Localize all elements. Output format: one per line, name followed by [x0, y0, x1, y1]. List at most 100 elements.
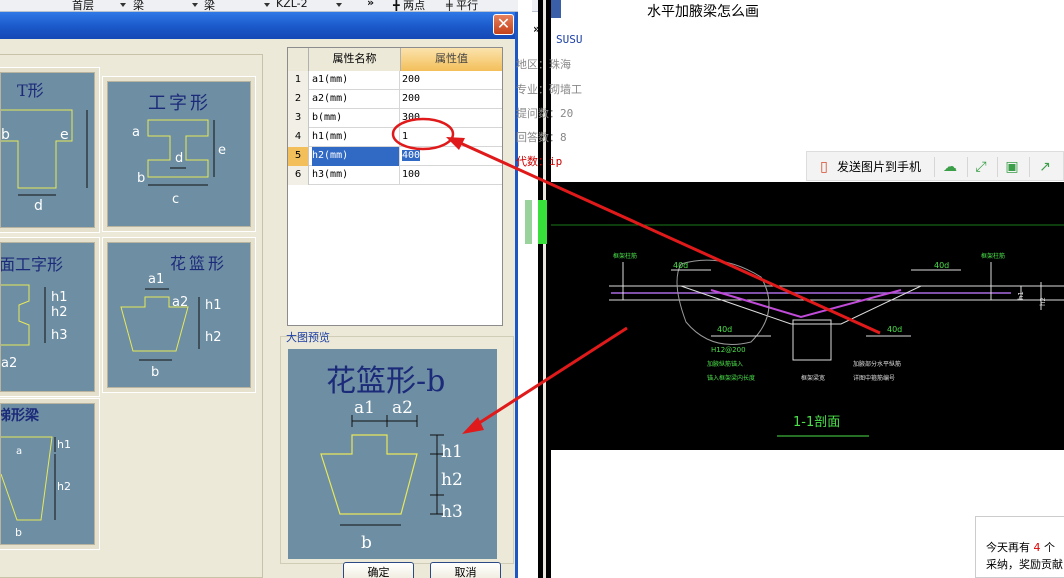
dim-b-label: b — [151, 365, 159, 380]
table-row[interactable]: 1 a1(mm) 200 — [288, 71, 502, 90]
close-button[interactable]: ✕ — [493, 14, 514, 35]
dim-c-label: c — [172, 192, 179, 207]
table-row-selected[interactable]: 5 h2(mm) 400 — [288, 147, 502, 166]
avatar — [551, 0, 561, 18]
cad-dim-40d: 40d — [887, 325, 902, 334]
cad-dim-40d: 40d — [934, 261, 949, 270]
cad-toolbar: 首层 梁 梁 KZL-2 » ╋ 两点 ╪ 平行 — [0, 0, 548, 12]
cad-note: 框架梁宽 — [801, 374, 825, 382]
floor-combo[interactable]: 首层 — [72, 0, 94, 11]
user-region: 地区：珠海 — [516, 58, 571, 71]
user-questions: 提问数：20 — [516, 107, 574, 120]
cad-spacing: H12@200 — [711, 346, 746, 354]
share-icon[interactable]: ↗ — [1036, 158, 1054, 176]
value-cell[interactable]: 1 — [402, 128, 500, 147]
cad-note: 框架柱筋 — [981, 252, 1005, 260]
value-cell[interactable]: 200 — [402, 90, 500, 109]
cad-section-label: 1-1剖面 — [793, 415, 840, 430]
dim-a1-label: a1 — [148, 272, 164, 287]
user-extra: 代数：ip — [516, 155, 563, 168]
cad-dim-40d: 40d — [673, 261, 688, 270]
cad-note: 加腋纵筋锚入 — [707, 360, 743, 368]
user-name[interactable]: SUSU — [556, 33, 583, 46]
floor-combo-arrow-icon[interactable] — [120, 3, 126, 7]
shape-tile-trapezoid[interactable]: 梯形梁 a h1 h2 b — [0, 398, 100, 550]
component-type-combo[interactable]: 梁 — [133, 0, 144, 11]
shape-title-basket: 花篮形 — [170, 254, 227, 273]
column-header-value: 属性值 — [401, 48, 502, 71]
parallel-tool[interactable]: ╪ 平行 — [446, 0, 478, 11]
component-combo[interactable]: 梁 — [204, 0, 215, 11]
component-name-combo[interactable]: KZL-2 — [276, 0, 308, 10]
cancel-button[interactable]: 取消 — [430, 562, 501, 578]
dim-b-label: b — [137, 171, 145, 186]
table-row[interactable]: 3 b(mm) 300 — [288, 109, 502, 128]
table-row[interactable]: 6 h3(mm) 100 — [288, 166, 502, 185]
preview-dim-a1: a1 — [354, 398, 375, 418]
shape-title-i: 工字形 — [148, 93, 211, 114]
web-more-icon[interactable]: » — [533, 22, 540, 36]
preview-group-label: 大图预览 — [286, 331, 330, 344]
cad-dim-h2: h2 — [1039, 297, 1047, 306]
dim-e-label: e — [218, 143, 226, 158]
save-icon[interactable]: ▣ — [1003, 158, 1021, 176]
notice-box: 今天再有 4 个 采纳，奖励贡献 — [975, 516, 1064, 578]
ok-button[interactable]: 确定 — [343, 562, 414, 578]
preview-dim-h3: h3 — [441, 502, 463, 522]
dim-h1-label: h1 — [57, 438, 71, 451]
dim-b-label: b — [15, 526, 22, 539]
cad-note: 框架柱筋 — [613, 252, 637, 260]
dim-h2-label: h2 — [205, 330, 222, 345]
table-row[interactable]: 4 h1(mm) 1 — [288, 128, 502, 147]
shape-tile-t[interactable]: T形 b e d — [0, 67, 100, 233]
property-grid: 属性名称 属性值 1 a1(mm) 200 2 a2(mm) 200 3 b(m… — [287, 47, 503, 326]
preview-title: 花篮形-b — [326, 364, 445, 399]
cad-note: 详图中箍筋编号 — [853, 374, 895, 382]
dim-h2-label: h2 — [57, 480, 71, 493]
preview-image: 花篮形-b a1 a2 h1 h2 h3 b — [288, 349, 497, 559]
shape-tile-i[interactable]: 工字形 a b c d e — [102, 76, 256, 232]
cloud-icon[interactable]: ☁ — [941, 158, 959, 176]
cad-dim-h1: h1 — [1017, 291, 1025, 300]
preview-group: 大图预览 花篮形-b a1 a2 h1 h2 h3 b — [280, 326, 516, 564]
value-cell-editing[interactable]: 400 — [402, 147, 500, 166]
image-toolbar: ▯ 发送图片到手机 ☁ ⤢ ▣ ↗ — [806, 151, 1064, 181]
dim-a2-label: a2 — [172, 295, 188, 310]
send-to-phone-button[interactable]: 发送图片到手机 — [837, 158, 921, 175]
shape-title-trapezoid: 梯形梁 — [1, 407, 40, 424]
shape-title-variable-i: 面工字形 — [1, 255, 63, 274]
fullscreen-icon[interactable]: ⤢ — [972, 158, 990, 176]
section-shape-dialog: ✕ T形 b e d 工字形 a b c d e 面工字形 h1 h2 h3 a… — [0, 12, 518, 578]
dim-b-label: b — [1, 127, 10, 143]
property-grid-header: 属性名称 属性值 — [288, 48, 502, 71]
toolbar-more-icon[interactable]: » — [367, 0, 374, 9]
preview-dim-a2: a2 — [392, 398, 413, 418]
dim-h1-label: h1 — [51, 290, 68, 305]
cad-note: 锚入框架梁内长度 — [707, 374, 755, 382]
dim-h2-label: h2 — [51, 305, 68, 320]
value-cell[interactable]: 100 — [402, 166, 500, 185]
preview-dim-h2: h2 — [441, 470, 463, 490]
component-type-arrow-icon[interactable] — [192, 3, 198, 7]
shape-title-t: T形 — [17, 81, 44, 100]
dialog-titlebar[interactable] — [0, 12, 515, 39]
user-profession: 专业：砌墙工 — [516, 83, 582, 96]
shape-tile-variable-i[interactable]: 面工字形 h1 h2 h3 a2 — [0, 237, 100, 397]
shape-tile-basket[interactable]: 花篮形 a1 a2 h1 h2 b — [102, 237, 256, 393]
dim-a-label: a — [132, 125, 140, 140]
two-point-tool[interactable]: ╋ 两点 — [393, 0, 425, 11]
dim-d-label: d — [175, 151, 183, 166]
cad-note: 加腋部分水平纵筋 — [853, 360, 901, 368]
dim-h3-label: h3 — [51, 328, 68, 343]
column-header-name: 属性名称 — [309, 48, 401, 71]
table-row[interactable]: 2 a2(mm) 200 — [288, 90, 502, 109]
cad-drawing-image: 40d 40d 40d 40d h1 h2 H12@200 加腋纵筋锚入 锚入框… — [551, 182, 1064, 450]
component-arrow-icon[interactable] — [264, 3, 270, 7]
dim-h1-label: h1 — [205, 298, 222, 313]
dim-d-label: d — [34, 198, 43, 214]
value-cell[interactable]: 300 — [402, 109, 500, 128]
cad-dim-40d: 40d — [717, 325, 732, 334]
preview-dim-b: b — [361, 533, 372, 553]
component-name-arrow-icon[interactable] — [336, 3, 342, 7]
value-cell[interactable]: 200 — [402, 71, 500, 90]
